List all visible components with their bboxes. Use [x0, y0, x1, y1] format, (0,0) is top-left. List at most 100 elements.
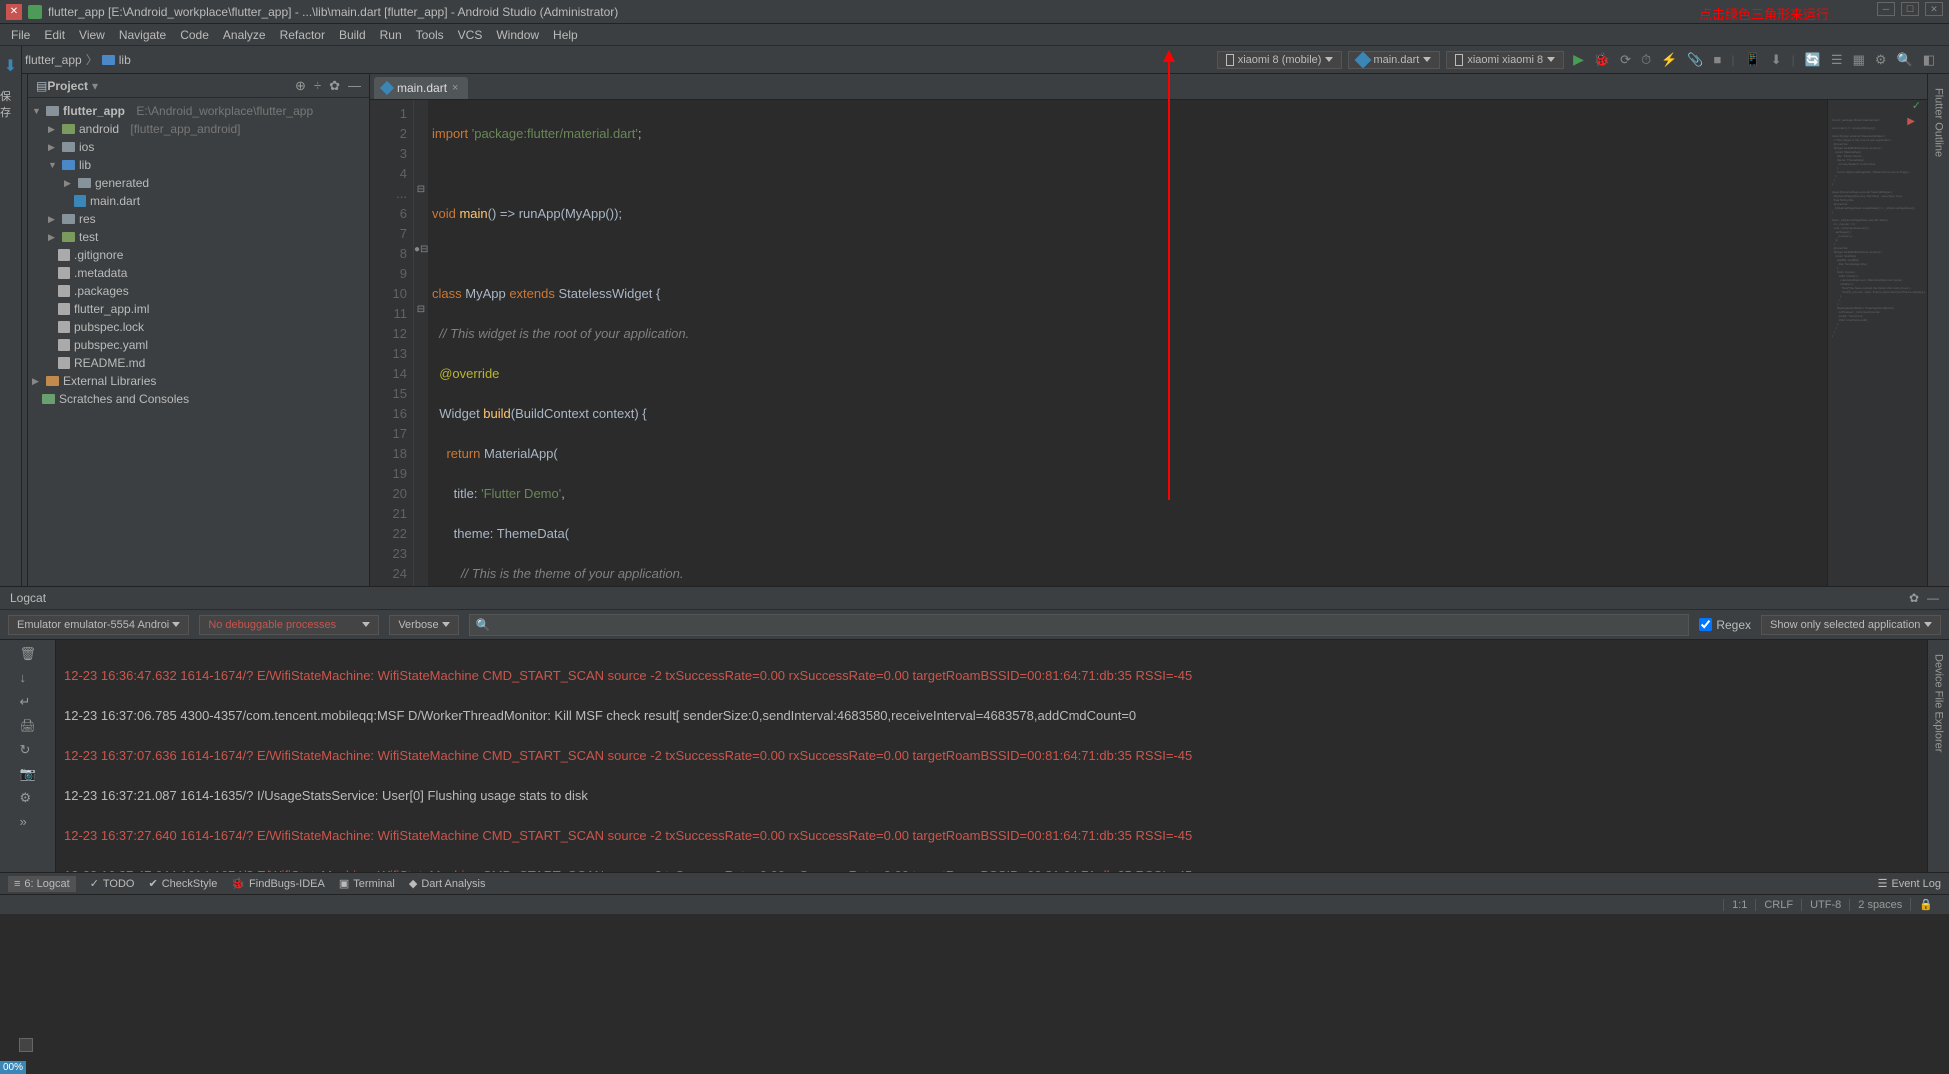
menu-tools[interactable]: Tools	[409, 28, 451, 42]
print-icon[interactable]: 🖨	[20, 718, 36, 734]
menu-code[interactable]: Code	[173, 28, 216, 42]
settings-icon[interactable]: ⚙	[20, 790, 36, 806]
tree-res[interactable]: ▶res	[28, 210, 369, 228]
download-icon[interactable]: ⬇	[4, 56, 17, 76]
menu-run[interactable]: Run	[373, 28, 409, 42]
tree-pubspecyaml[interactable]: pubspec.yaml	[28, 336, 369, 354]
breadcrumb-root[interactable]: flutter_app	[25, 53, 82, 67]
device-selector-2[interactable]: xiaomi xiaomi 8	[1446, 51, 1564, 69]
device-selector[interactable]: xiaomi 8 (mobile)	[1217, 51, 1343, 69]
coverage-icon[interactable]: ⟳	[1620, 52, 1631, 68]
status-spaces[interactable]: 2 spaces	[1849, 899, 1910, 911]
structure-icon[interactable]: ☰	[1831, 52, 1843, 68]
tab-checkstyle[interactable]: ✔ CheckStyle	[148, 877, 217, 890]
tree-pubspeclock[interactable]: pubspec.lock	[28, 318, 369, 336]
screenshot-icon[interactable]: 📷	[20, 766, 36, 782]
more-icon[interactable]: »	[20, 814, 36, 830]
editor-tab-maindart[interactable]: main.dart ×	[374, 77, 468, 99]
tab-logcat[interactable]: ≡ 6: Logcat	[8, 876, 76, 892]
menu-edit[interactable]: Edit	[37, 28, 72, 42]
wrap-icon[interactable]: ↵	[20, 694, 36, 710]
maximize-icon[interactable]: ☐	[1901, 2, 1919, 16]
close-icon[interactable]: ✕	[6, 4, 22, 20]
restart-icon[interactable]: ↻	[20, 742, 36, 758]
status-lineend[interactable]: CRLF	[1755, 899, 1801, 911]
tree-android[interactable]: ▶android [flutter_app_android]	[28, 120, 369, 138]
tree-generated[interactable]: ▶generated	[28, 174, 369, 192]
tree-root[interactable]: ▼flutter_app E:\Android_workplace\flutte…	[28, 102, 369, 120]
breadcrumb-lib[interactable]: lib	[119, 53, 131, 67]
tab-todo[interactable]: ✓ TODO	[90, 877, 135, 890]
tree-lib[interactable]: ▼lib	[28, 156, 369, 174]
tab-findbugs[interactable]: 🐞 FindBugs-IDEA	[231, 877, 325, 890]
tab-dart-analysis[interactable]: ◆ Dart Analysis	[409, 877, 486, 890]
gear-icon[interactable]: ✿	[329, 78, 340, 94]
zoom-badge[interactable]: 00%	[0, 1061, 26, 1074]
tree-iml[interactable]: flutter_app.iml	[28, 300, 369, 318]
target-icon[interactable]: ⊕	[295, 78, 306, 94]
menu-file[interactable]: File	[4, 28, 37, 42]
layout-icon[interactable]: ▦	[1853, 52, 1865, 68]
editor-body[interactable]: 1234...678910 11121314151617181920 21222…	[370, 100, 1927, 586]
tab-terminal[interactable]: ▣ Terminal	[339, 877, 395, 890]
tree-ios[interactable]: ▶ios	[28, 138, 369, 156]
tree-metadata[interactable]: .metadata	[28, 264, 369, 282]
close-tab-icon[interactable]: ×	[452, 82, 458, 94]
tree-extlib[interactable]: ▶External Libraries	[28, 372, 369, 390]
profile-icon[interactable]: ⏱	[1641, 52, 1651, 68]
menu-window[interactable]: Window	[489, 28, 546, 42]
settings-icon[interactable]: ⚙	[1875, 52, 1887, 68]
logcat-output[interactable]: 12-23 16:36:47.632 1614-1674/? E/WifiSta…	[56, 640, 1927, 872]
tree-gitignore[interactable]: .gitignore	[28, 246, 369, 264]
tree-maindart[interactable]: main.dart	[28, 192, 369, 210]
close-win-icon[interactable]: ✕	[1925, 2, 1943, 16]
emulator-selector[interactable]: Emulator emulator-5554 Androi	[8, 615, 189, 635]
debug-icon[interactable]: 🐞	[1594, 52, 1610, 68]
clear-icon[interactable]: 🗑	[20, 646, 36, 662]
tab-device-explorer[interactable]: Device File Explorer	[1933, 648, 1945, 758]
filter-selector[interactable]: Show only selected application	[1761, 615, 1941, 635]
menu-help[interactable]: Help	[546, 28, 585, 42]
menu-build[interactable]: Build	[332, 28, 373, 42]
menu-navigate[interactable]: Navigate	[112, 28, 173, 42]
minimap[interactable]: ✓ ▶ import 'package:flutter/material.dar…	[1827, 100, 1927, 586]
logcat-search[interactable]: 🔍	[469, 614, 1690, 636]
regex-checkbox[interactable]: Regex	[1699, 618, 1751, 632]
menu-refactor[interactable]: Refactor	[273, 28, 332, 42]
tree-packages[interactable]: .packages	[28, 282, 369, 300]
code-area[interactable]: import 'package:flutter/material.dart'; …	[428, 100, 1827, 586]
help-icon[interactable]: ◧	[1923, 52, 1935, 68]
scroll-end-icon[interactable]: ↓	[20, 670, 36, 686]
attach-icon[interactable]: 📎	[1687, 52, 1703, 68]
collapse-icon[interactable]: ÷	[314, 78, 321, 94]
save-button[interactable]: 保存	[0, 88, 21, 120]
tab-flutter-outline[interactable]: Flutter Outline	[1933, 82, 1945, 163]
stop-icon[interactable]: ■	[1714, 52, 1722, 67]
square-indicator[interactable]	[19, 1038, 33, 1052]
tree-test[interactable]: ▶test	[28, 228, 369, 246]
hide-icon[interactable]: —	[1927, 591, 1939, 605]
avd-icon[interactable]: 📱	[1745, 52, 1761, 68]
status-lock-icon[interactable]: 🔒	[1910, 898, 1941, 911]
run-config-selector[interactable]: main.dart	[1348, 51, 1440, 69]
process-selector[interactable]: No debuggable processes	[199, 615, 379, 635]
status-pos[interactable]: 1:1	[1723, 899, 1755, 911]
status-encoding[interactable]: UTF-8	[1801, 899, 1849, 911]
hot-reload-icon[interactable]: ⚡	[1661, 52, 1677, 68]
menu-vcs[interactable]: VCS	[451, 28, 490, 42]
folder-icon	[46, 106, 59, 116]
tree-scratches[interactable]: Scratches and Consoles	[28, 390, 369, 408]
menu-analyze[interactable]: Analyze	[216, 28, 273, 42]
menu-view[interactable]: View	[72, 28, 112, 42]
search-icon[interactable]: 🔍	[1897, 52, 1913, 68]
tab-event-log[interactable]: ☰ Event Log	[1878, 877, 1941, 890]
sdk-icon[interactable]: ⬇	[1771, 52, 1782, 68]
sync-icon[interactable]: 🔄	[1805, 52, 1821, 68]
run-icon[interactable]: ▶	[1573, 51, 1584, 68]
gear-icon[interactable]: ✿	[1909, 591, 1919, 605]
tree-readme[interactable]: README.md	[28, 354, 369, 372]
level-selector[interactable]: Verbose	[389, 615, 458, 635]
hide-icon[interactable]: —	[348, 78, 361, 94]
minimize-icon[interactable]: ─	[1877, 2, 1895, 16]
chevron-down-icon[interactable]: ▾	[92, 79, 98, 93]
